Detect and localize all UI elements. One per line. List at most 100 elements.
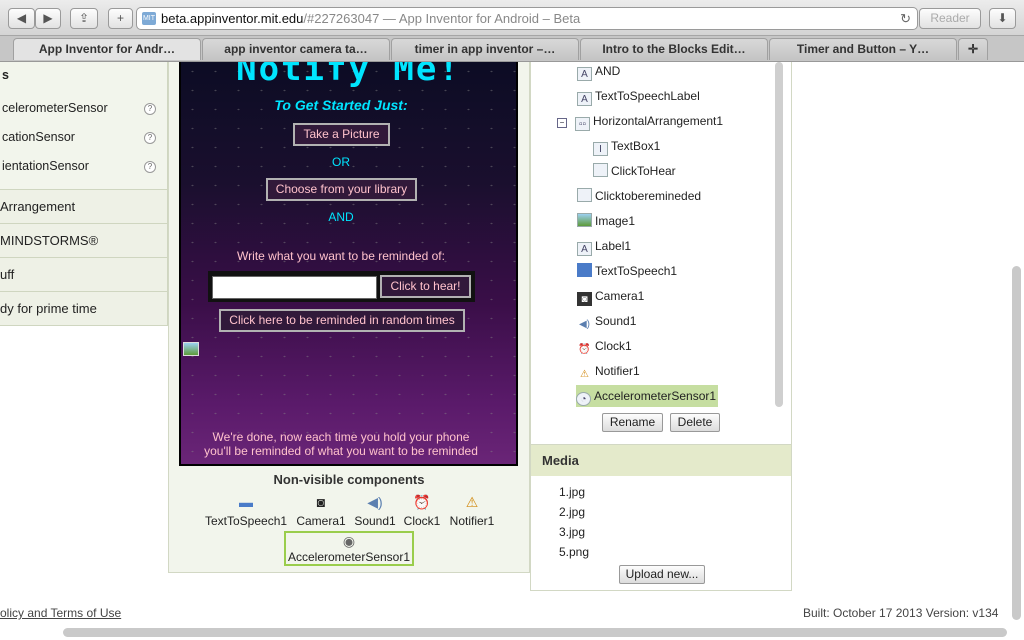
get-started-label: To Get Started Just: [274, 97, 408, 113]
image-icon [577, 213, 592, 227]
accelerometer-icon: ◔ [576, 392, 591, 406]
horizontal-arrangement: Click to hear! [208, 271, 475, 302]
tab-bar: App Inventor for Andr… app inventor came… [0, 36, 1024, 62]
nonvisible-accelerometer[interactable]: ◉ AccelerometerSensor1 [284, 531, 414, 566]
speech-icon: ▬ [239, 494, 253, 510]
warning-icon: ⚠ [580, 369, 589, 380]
palette-category-other[interactable]: uff [0, 257, 167, 291]
label-icon: A [577, 242, 592, 256]
label-icon: A [577, 67, 592, 81]
privacy-terms-link[interactable]: olicy and Terms of Use [0, 606, 121, 620]
downloads-button[interactable]: ⬇ [989, 8, 1016, 29]
tree-node-clock1[interactable]: ⏰ Clock1 [577, 335, 631, 357]
palette-header: s [2, 68, 9, 82]
tab-overflow-icon[interactable]: ✛ [958, 38, 988, 60]
upload-new-button[interactable]: Upload new... [619, 565, 705, 584]
forward-button[interactable]: ▶ [35, 8, 61, 29]
textbox-icon: I [593, 142, 608, 156]
palette-item-label: ientationSensor [2, 159, 89, 173]
random-reminder-button[interactable]: Click here to be reminded in random time… [219, 309, 465, 332]
palette-item-accelerometer[interactable]: celerometerSensor [0, 94, 167, 123]
clock-icon: ⏰ [413, 494, 431, 510]
tree-node-horizontalarrangement[interactable]: − ▫▫ HorizontalArrangement1 [557, 110, 723, 132]
palette-item-location[interactable]: cationSensor [0, 123, 167, 152]
click-to-hear-button[interactable]: Click to hear! [380, 275, 471, 298]
app-content: s celerometerSensor ? cationSensor ? ien… [0, 62, 1024, 640]
browser-toolbar: ◀ ▶ ⇪ + MIT beta.appinventor.mit.edu/#22… [0, 0, 1024, 36]
warning-icon: ⚠ [465, 494, 479, 510]
tree-node-camera1[interactable]: ◙ Camera1 [577, 285, 644, 307]
build-info: Built: October 17 2013 Version: v134 [803, 606, 999, 620]
speaker-icon: ◀) [367, 494, 383, 510]
tab-blocks-editor[interactable]: Intro to the Blocks Edit… [580, 38, 768, 60]
camera-icon: ◙ [316, 494, 326, 510]
and-label: AND [328, 210, 354, 224]
reminder-prompt: Write what you want to be reminded of: [237, 249, 445, 263]
tree-node-clicktohear[interactable]: ClickToHear [593, 160, 676, 182]
image-placeholder-icon[interactable] [183, 342, 199, 356]
palette-category-arrangement[interactable]: Arrangement [0, 189, 167, 223]
address-bar[interactable]: MIT beta.appinventor.mit.edu/#227263047 … [136, 7, 918, 30]
tab-timer[interactable]: timer in app inventor –… [391, 38, 579, 60]
nonvisible-notifier[interactable]: ⚠ Notifier1 [449, 494, 495, 528]
media-file[interactable]: 2.jpg [559, 505, 585, 519]
favicon-icon: MIT [142, 12, 156, 25]
button-icon [577, 188, 592, 202]
tree-node-sound1[interactable]: ◀) Sound1 [577, 310, 636, 332]
media-file[interactable]: 1.jpg [559, 485, 585, 499]
tree-node-texttospeechlabel[interactable]: A TextToSpeechLabel [577, 85, 700, 107]
tab-camera[interactable]: app inventor camera ta… [202, 38, 390, 60]
back-button[interactable]: ◀ [8, 8, 35, 29]
reminder-textbox[interactable] [212, 276, 377, 299]
help-icon[interactable]: ? [144, 103, 156, 115]
palette-item-orientation[interactable]: ientationSensor [0, 152, 167, 181]
speech-icon [577, 263, 592, 277]
nonvisible-sound[interactable]: ◀) Sound1 [353, 494, 397, 528]
tree-node-texttospeech1[interactable]: TextToSpeech1 [577, 260, 677, 282]
clock-icon: ⏰ [578, 344, 591, 355]
app-title: Notify Me! [236, 62, 461, 89]
tree-node-notifier1[interactable]: ⚠ Notifier1 [577, 360, 640, 382]
choose-library-button[interactable]: Choose from your library [266, 178, 417, 201]
tree-node-image1[interactable]: Image1 [577, 210, 635, 232]
rename-button[interactable]: Rename [602, 413, 663, 432]
palette-item-label: cationSensor [2, 130, 75, 144]
nonvisible-clock[interactable]: ⏰ Clock1 [403, 494, 441, 528]
media-file[interactable]: 3.jpg [559, 525, 585, 539]
nonvisible-camera[interactable]: ◙ Camera1 [294, 494, 348, 528]
vertical-scrollbar[interactable] [1012, 266, 1021, 620]
tree-scrollbar[interactable] [775, 62, 783, 407]
tree-node-and[interactable]: A AND [577, 62, 620, 82]
palette-item-label: celerometerSensor [2, 101, 108, 115]
take-picture-button[interactable]: Take a Picture [293, 123, 390, 146]
delete-button[interactable]: Delete [670, 413, 720, 432]
palette-category-mindstorms[interactable]: MINDSTORMS® [0, 223, 167, 257]
media-file[interactable]: 5.png [559, 545, 589, 559]
help-icon[interactable]: ? [144, 132, 156, 144]
reload-icon[interactable]: ↻ [900, 8, 911, 29]
page-title: — App Inventor for Android – Beta [379, 11, 581, 26]
horizontal-scrollbar[interactable] [63, 628, 1007, 637]
speaker-icon: ◀) [578, 319, 591, 330]
tree-node-textbox1[interactable]: I TextBox1 [593, 135, 660, 157]
or-label: OR [332, 155, 350, 169]
new-tab-button[interactable]: + [108, 8, 133, 29]
collapse-icon[interactable]: − [557, 118, 567, 128]
tree-node-clicktoberemineded[interactable]: Clicktoberemineded [577, 185, 701, 207]
label-icon: A [577, 92, 592, 106]
reader-button[interactable]: Reader [919, 8, 981, 29]
phone-screen: Notify Me! To Get Started Just: Take a P… [179, 62, 518, 466]
help-icon[interactable]: ? [144, 161, 156, 173]
palette-category-not-ready[interactable]: dy for prime time [0, 291, 167, 325]
tab-timer-button[interactable]: Timer and Button – Y… [769, 38, 957, 60]
media-title: Media [531, 445, 791, 476]
media-panel: Media 1.jpg 2.jpg 3.jpg 5.png Upload new… [530, 444, 792, 591]
button-icon [593, 163, 608, 177]
share-button[interactable]: ⇪ [70, 8, 98, 29]
tree-node-accelerometersensor1[interactable]: ◔ AccelerometerSensor1 [576, 385, 719, 407]
nonvisible-texttospeech[interactable]: ▬ TextToSpeech1 [205, 494, 287, 528]
tree-node-label1[interactable]: A Label1 [577, 235, 631, 257]
url-host: beta.appinventor.mit.edu [161, 11, 304, 26]
done-text-line-1: We're done, now each time you hold your … [212, 430, 470, 444]
tab-app-inventor[interactable]: App Inventor for Andr… [13, 38, 201, 60]
